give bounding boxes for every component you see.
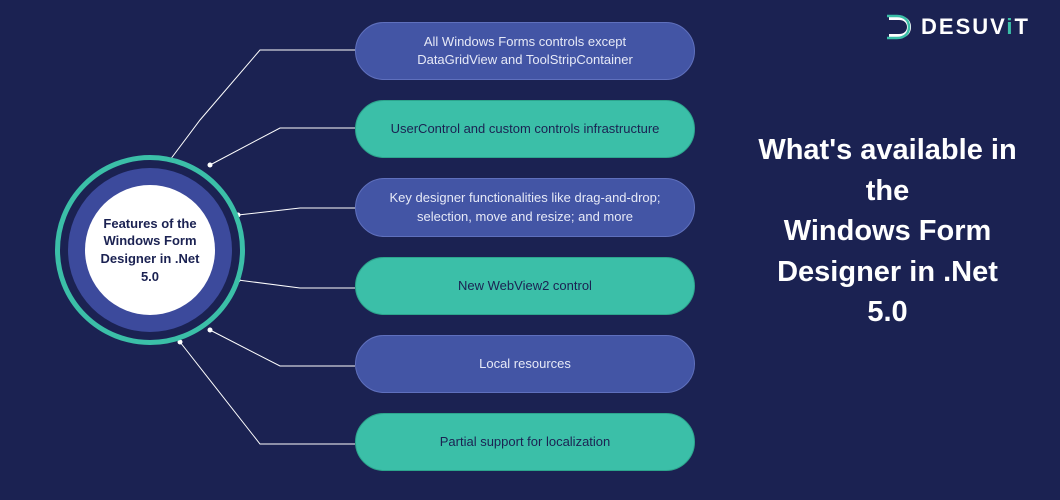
feature-item: Local resources (355, 335, 695, 393)
hub-inner-circle: Features of the Windows Form Designer in… (85, 185, 215, 315)
feature-item: New WebView2 control (355, 257, 695, 315)
hub-mid-ring: Features of the Windows Form Designer in… (68, 168, 232, 332)
feature-item: UserControl and custom controls infrastr… (355, 100, 695, 158)
headline-line-1: What's available in the (758, 134, 1016, 207)
feature-text: UserControl and custom controls infrastr… (391, 120, 660, 138)
feature-item: Key designer functionalities like drag-a… (355, 178, 695, 236)
feature-text: All Windows Forms controls except DataGr… (384, 33, 666, 69)
brand-logo: DESUViT (885, 14, 1030, 40)
feature-item: Partial support for localization (355, 413, 695, 471)
feature-text: Partial support for localization (440, 433, 611, 451)
feature-item: All Windows Forms controls except DataGr… (355, 22, 695, 80)
hub-circle: Features of the Windows Form Designer in… (55, 155, 245, 345)
feature-text: Key designer functionalities like drag-a… (384, 189, 666, 225)
feature-text: New WebView2 control (458, 277, 592, 295)
hub-title: Features of the Windows Form Designer in… (95, 215, 205, 285)
feature-list: All Windows Forms controls except DataGr… (355, 22, 695, 471)
logo-icon (885, 14, 915, 40)
headline-line-2: Windows Form Designer in .Net 5.0 (777, 215, 998, 328)
feature-text: Local resources (479, 355, 571, 373)
page-headline: What's available in the Windows Form Des… (755, 130, 1020, 333)
brand-name: DESUViT (921, 14, 1030, 40)
